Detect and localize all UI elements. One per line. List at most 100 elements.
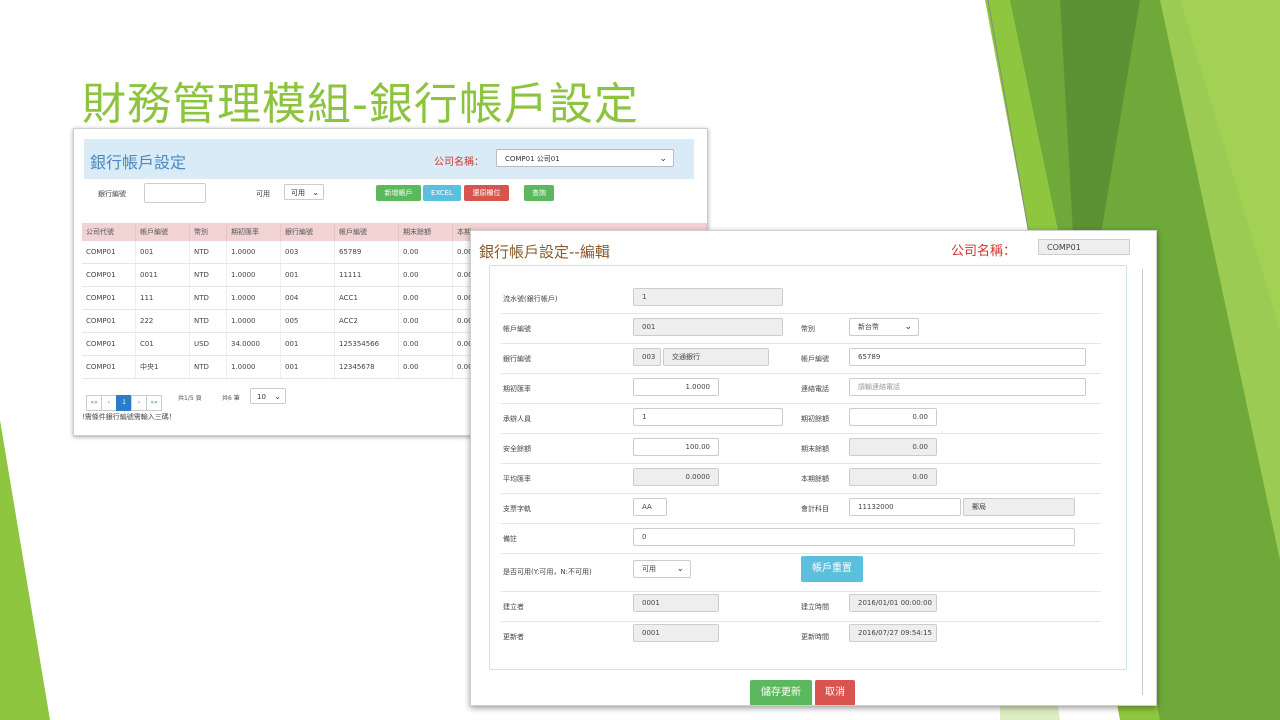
cell: ACC2 — [334, 309, 399, 333]
reset-account-button[interactable]: 帳戶重置 — [801, 556, 863, 582]
cell: USD — [189, 332, 227, 356]
filter-bank-input[interactable] — [144, 183, 206, 203]
cancel-button[interactable]: 取消 — [815, 680, 855, 705]
cell: 004 — [280, 286, 335, 310]
cell: 11111 — [334, 263, 399, 287]
closing-label: 期末餘額 — [801, 445, 829, 453]
clear-fields-button[interactable]: 還原欄位 — [464, 185, 509, 201]
safety-input[interactable]: 100.00 — [633, 438, 719, 456]
avg-rate-field: 0.0000 — [633, 468, 719, 486]
excel-button[interactable]: EXCEL — [423, 185, 461, 201]
column-header: 銀行編號 — [280, 223, 335, 241]
remark-label: 備註 — [503, 535, 517, 543]
save-button[interactable]: 儲存更新 — [750, 680, 812, 705]
cell: 001 — [280, 263, 335, 287]
prev-page-button[interactable]: ‹ — [101, 395, 117, 411]
cell: NTD — [189, 355, 227, 379]
column-header: 幣別 — [189, 223, 227, 241]
updated-field: 2016/07/27 09:54:15 — [849, 624, 937, 642]
closing-field: 0.00 — [849, 438, 937, 456]
cell: ACC1 — [334, 286, 399, 310]
column-header: 帳戶編號 — [135, 223, 190, 241]
cell: NTD — [189, 241, 227, 264]
cell: 0.00 — [398, 309, 453, 333]
contact-label: 承辦人員 — [503, 415, 531, 423]
company-select-value: COMP01 公司01 — [505, 155, 560, 163]
form-row: 流水號(銀行帳戶) 1 — [501, 283, 1101, 314]
form-row: 支票字軌 AA 會計科目 11132000 郵局 — [501, 493, 1101, 524]
form-row: 銀行編號 003 交通銀行 帳戶編號 65789 — [501, 343, 1101, 374]
cell: 0.00 — [398, 263, 453, 287]
page-1-button[interactable]: 1 — [116, 395, 132, 411]
serial-label: 流水號(銀行帳戶) — [503, 295, 558, 303]
cell: 001 — [135, 241, 190, 264]
currency-label: 幣別 — [801, 325, 815, 333]
current-label: 本期餘額 — [801, 475, 829, 483]
updated-label: 更新時間 — [801, 633, 829, 641]
company-select[interactable]: COMP01 公司01 ⌄ — [496, 149, 674, 167]
new-account-button[interactable]: 新增帳戶 — [376, 185, 421, 201]
cell: 0.00 — [398, 355, 453, 379]
edit-page-title: 銀行帳戶設定--編輯 — [479, 243, 610, 261]
chevron-down-icon: ⌄ — [904, 322, 912, 332]
cell: COMP01 — [82, 355, 136, 379]
page-size-select[interactable]: 10 ⌄ — [250, 388, 286, 404]
cell: 1.0000 — [226, 263, 281, 287]
page-size-value: 10 — [257, 393, 266, 401]
form-row: 更新者 0001 更新時間 2016/07/27 09:54:15 — [501, 621, 1101, 651]
last-page-button[interactable]: »» — [146, 395, 162, 411]
updater-field: 0001 — [633, 624, 719, 642]
chevron-down-icon: ⌄ — [312, 188, 319, 197]
bank-account-input[interactable]: 65789 — [849, 348, 1086, 366]
cell: COMP01 — [82, 286, 136, 310]
bank-no-field: 003 — [633, 348, 661, 366]
pagination: «« ‹ 1 ›»» — [86, 389, 162, 411]
cell: 12345678 — [334, 355, 399, 379]
enabled-select[interactable]: 可用 ⌄ — [633, 560, 691, 578]
subject-name-field: 郵局 — [963, 498, 1075, 516]
cell: COMP01 — [82, 309, 136, 333]
cell: 中央1 — [135, 355, 190, 379]
next-page-button[interactable]: › — [131, 395, 147, 411]
rate-input[interactable]: 1.0000 — [633, 378, 719, 396]
bank-no-label: 銀行編號 — [503, 355, 531, 363]
serial-field: 1 — [633, 288, 783, 306]
opening-input[interactable]: 0.00 — [849, 408, 937, 426]
contact-input[interactable]: 1 — [633, 408, 783, 426]
cell: COMP01 — [82, 332, 136, 356]
creator-field: 0001 — [633, 594, 719, 612]
subject-input[interactable]: 11132000 — [849, 498, 961, 516]
safety-label: 安全餘額 — [503, 445, 531, 453]
opening-label: 期初餘額 — [801, 415, 829, 423]
cell: NTD — [189, 309, 227, 333]
scrollbar[interactable] — [1142, 269, 1143, 695]
cell: 001 — [280, 355, 335, 379]
cell: 1.0000 — [226, 286, 281, 310]
filter-available-select[interactable]: 可用 ⌄ — [284, 184, 324, 200]
form-row: 帳戶編號 001 幣別 新台幣 ⌄ — [501, 313, 1101, 344]
column-header: 期初匯率 — [226, 223, 281, 241]
updater-label: 更新者 — [503, 633, 524, 641]
cell: 222 — [135, 309, 190, 333]
list-page-title: 銀行帳戶設定 — [90, 153, 187, 172]
cheque-input[interactable]: AA — [633, 498, 667, 516]
bank-name-field: 交通銀行 — [663, 348, 769, 366]
cell: 0.00 — [398, 241, 453, 264]
cell: 0011 — [135, 263, 190, 287]
first-page-button[interactable]: «« — [86, 395, 102, 411]
company-label: 公司名稱： — [951, 244, 1017, 259]
cell: COMP01 — [82, 263, 136, 287]
currency-value: 新台幣 — [858, 323, 879, 331]
cell: 65789 — [334, 241, 399, 264]
currency-select[interactable]: 新台幣 ⌄ — [849, 318, 919, 336]
enabled-label: 是否可用(Y:可用，N:不可用) — [503, 568, 592, 576]
remark-input[interactable]: 0 — [633, 528, 1075, 546]
chevron-down-icon: ⌄ — [676, 564, 684, 574]
form-row: 平均匯率 0.0000 本期餘額 0.00 — [501, 463, 1101, 494]
created-label: 建立時間 — [801, 603, 829, 611]
query-button[interactable]: 查詢 — [524, 185, 554, 201]
phone-input[interactable]: 請輸連絡電話 — [849, 378, 1086, 396]
slide-title: 財務管理模組-銀行帳戶設定 — [82, 79, 639, 130]
cell: 001 — [280, 332, 335, 356]
rate-label: 期初匯率 — [503, 385, 531, 393]
